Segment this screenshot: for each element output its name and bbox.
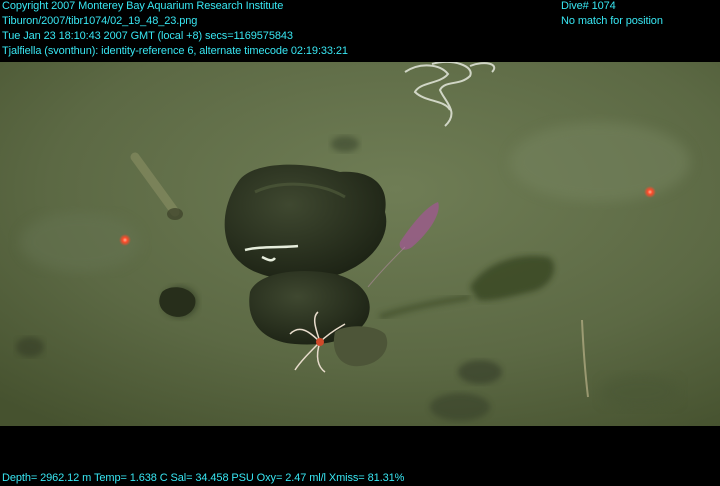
header-info-block: Copyright 2007 Monterey Bay Aquarium Res… [2,0,348,59]
copyright-line: Copyright 2007 Monterey Bay Aquarium Res… [2,0,284,12]
dive-info-block: Dive# 1074 No match for position [561,0,663,29]
laser-dot-left [119,234,131,246]
position-status: No match for position [561,15,663,27]
annotation-line: Tjalfiella (svonthun): identity-referenc… [2,45,348,57]
file-path-line: Tiburon/2007/tibr1074/02_19_48_23.png [2,15,198,27]
dive-number: Dive# 1074 [561,0,616,12]
seafloor-video-frame [0,62,720,426]
laser-dot-right [644,186,656,198]
timestamp-line: Tue Jan 23 18:10:43 2007 GMT (local +8) … [2,30,293,42]
sensor-readout: Depth= 2962.12 m Temp= 1.638 C Sal= 34.4… [2,472,405,484]
